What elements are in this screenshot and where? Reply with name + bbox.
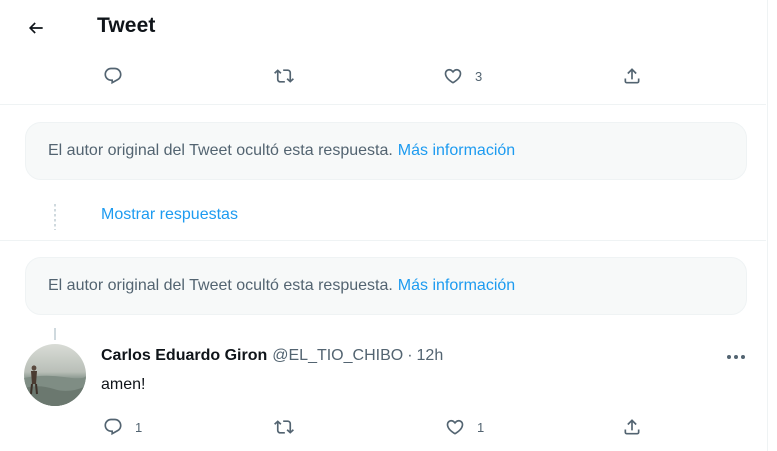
tweet-text: amen! (101, 376, 146, 393)
divider (0, 104, 766, 105)
separator: · (407, 347, 413, 364)
more-info-link[interactable]: Más información (398, 277, 515, 295)
more-options-button[interactable] (723, 346, 749, 368)
hidden-reply-text: El autor original del Tweet ocultó esta … (48, 142, 393, 159)
reply-icon (104, 418, 122, 436)
show-replies-link[interactable]: Mostrar respuestas (101, 206, 238, 224)
share-icon (624, 68, 640, 84)
avatar-image (24, 344, 86, 406)
share-icon (624, 419, 640, 435)
retweet-button[interactable] (274, 417, 306, 437)
reply-button[interactable]: 1 (103, 417, 142, 437)
hidden-reply-notice: El autor original del Tweet ocultó esta … (25, 122, 747, 180)
like-button[interactable]: 3 (443, 66, 482, 86)
display-name[interactable]: Carlos Eduardo Giron (101, 347, 267, 365)
page-title: Tweet (97, 14, 156, 37)
hidden-reply-notice: El autor original del Tweet ocultó esta … (25, 257, 747, 315)
hidden-reply-text: El autor original del Tweet ocultó esta … (48, 277, 393, 294)
share-button[interactable] (622, 66, 654, 86)
timestamp[interactable]: 12h (417, 347, 444, 365)
share-button[interactable] (622, 417, 654, 437)
like-count: 1 (477, 419, 485, 435)
arrow-left-icon (28, 22, 43, 34)
thread-line (54, 328, 56, 340)
like-count: 3 (475, 68, 483, 84)
like-button[interactable]: 1 (445, 417, 484, 437)
thread-dots (54, 204, 56, 230)
reply-icon (104, 67, 122, 85)
retweet-icon (274, 69, 294, 83)
user-handle[interactable]: @EL_TIO_CHIBO (272, 347, 403, 365)
header: Tweet (0, 0, 766, 53)
column-border (767, 0, 768, 451)
reply-count: 1 (135, 419, 143, 435)
avatar[interactable] (24, 344, 86, 406)
heart-icon (446, 419, 464, 435)
more-icon (727, 355, 745, 359)
retweet-button[interactable] (274, 66, 306, 86)
back-button[interactable] (18, 10, 54, 46)
divider (0, 240, 766, 241)
reply-button[interactable] (103, 66, 135, 86)
heart-icon (444, 68, 462, 84)
retweet-icon (274, 420, 294, 434)
reply-meta: Carlos Eduardo Giron @EL_TIO_CHIBO · 12h (101, 347, 443, 365)
more-info-link[interactable]: Más información (398, 142, 515, 160)
